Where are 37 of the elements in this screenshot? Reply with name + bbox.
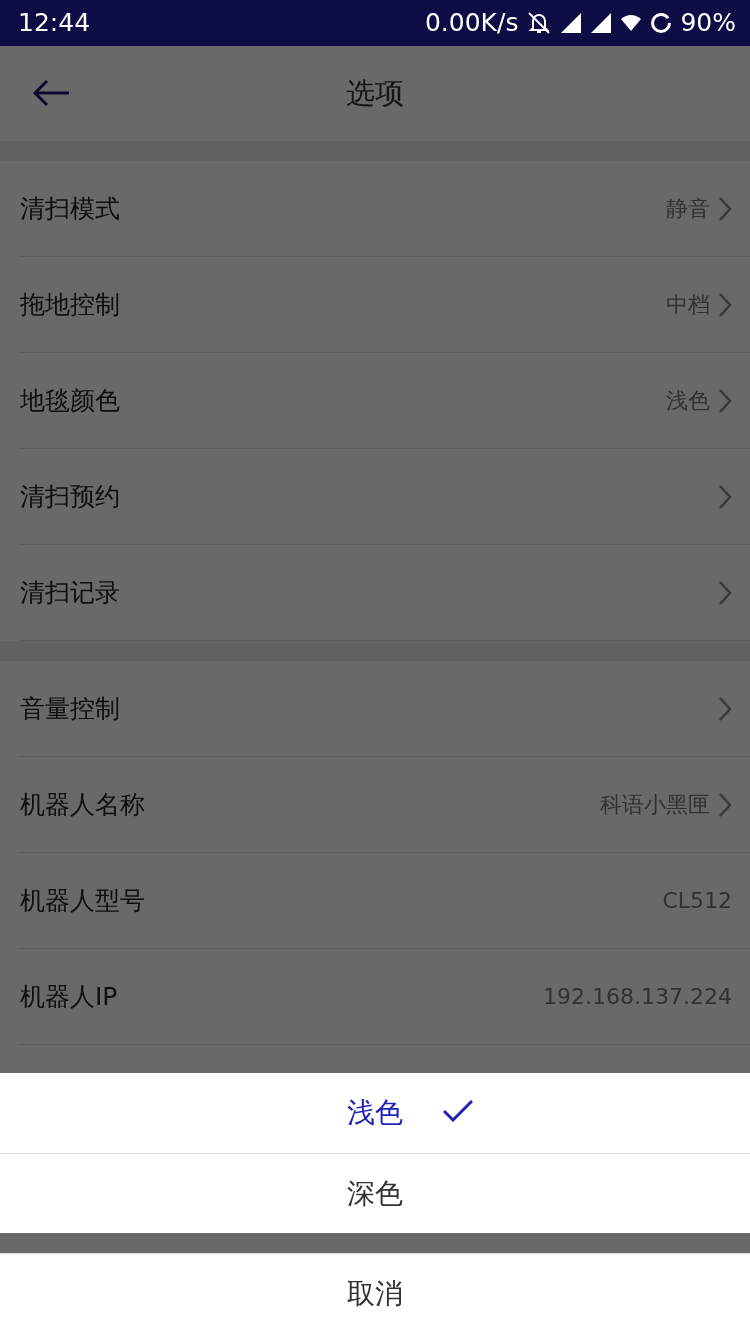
settings-row[interactable]: 机器人IP 192.168.137.224 <box>20 949 750 1045</box>
row-label: 清扫预约 <box>20 480 120 513</box>
cancel-button[interactable]: 取消 <box>0 1253 750 1333</box>
battery-ring-icon <box>650 12 673 34</box>
row-value: 192.168.137.224 <box>543 983 732 1011</box>
settings-row[interactable]: 机器人型号 CL512 <box>20 853 750 949</box>
clock-time: 12:44 <box>18 7 91 40</box>
row-label: 音量控制 <box>20 692 120 725</box>
settings-row[interactable]: 拖地控制 中档 <box>20 257 750 353</box>
row-value: 浅色 <box>666 387 710 415</box>
checkmark-icon <box>443 1100 473 1122</box>
battery-level: 90% <box>680 7 736 40</box>
row-label: 机器人名称 <box>20 788 145 821</box>
sheet-option[interactable]: 深色 <box>0 1153 750 1233</box>
settings-row[interactable]: 音量控制 <box>20 661 750 757</box>
signal-icon <box>560 12 583 34</box>
signal-icon <box>590 12 613 34</box>
settings-row[interactable]: 机器人名称 科语小黑匣 <box>20 757 750 853</box>
row-label: 地毯颜色 <box>20 384 120 417</box>
back-arrow-icon[interactable] <box>32 79 70 107</box>
row-label: 清扫模式 <box>20 192 120 225</box>
settings-row[interactable]: 清扫记录 <box>20 545 750 641</box>
row-label: 拖地控制 <box>20 288 120 321</box>
row-value: 中档 <box>666 291 710 319</box>
network-speed: 0.00K/s <box>424 7 519 40</box>
settings-row[interactable]: 清扫预约 <box>20 449 750 545</box>
row-value: CL512 <box>662 887 732 915</box>
row-value: 科语小黑匣 <box>600 791 710 819</box>
wifi-icon <box>620 14 643 32</box>
sheet-option[interactable]: 浅色 <box>0 1073 750 1153</box>
page-title: 选项 <box>346 74 404 112</box>
row-label: 清扫记录 <box>20 576 120 609</box>
settings-row[interactable]: 清扫模式 静音 <box>20 161 750 257</box>
row-label: 机器人IP <box>20 980 118 1013</box>
settings-row[interactable]: 地毯颜色 浅色 <box>20 353 750 449</box>
row-label: 机器人型号 <box>20 884 145 917</box>
row-value: 静音 <box>666 195 710 223</box>
